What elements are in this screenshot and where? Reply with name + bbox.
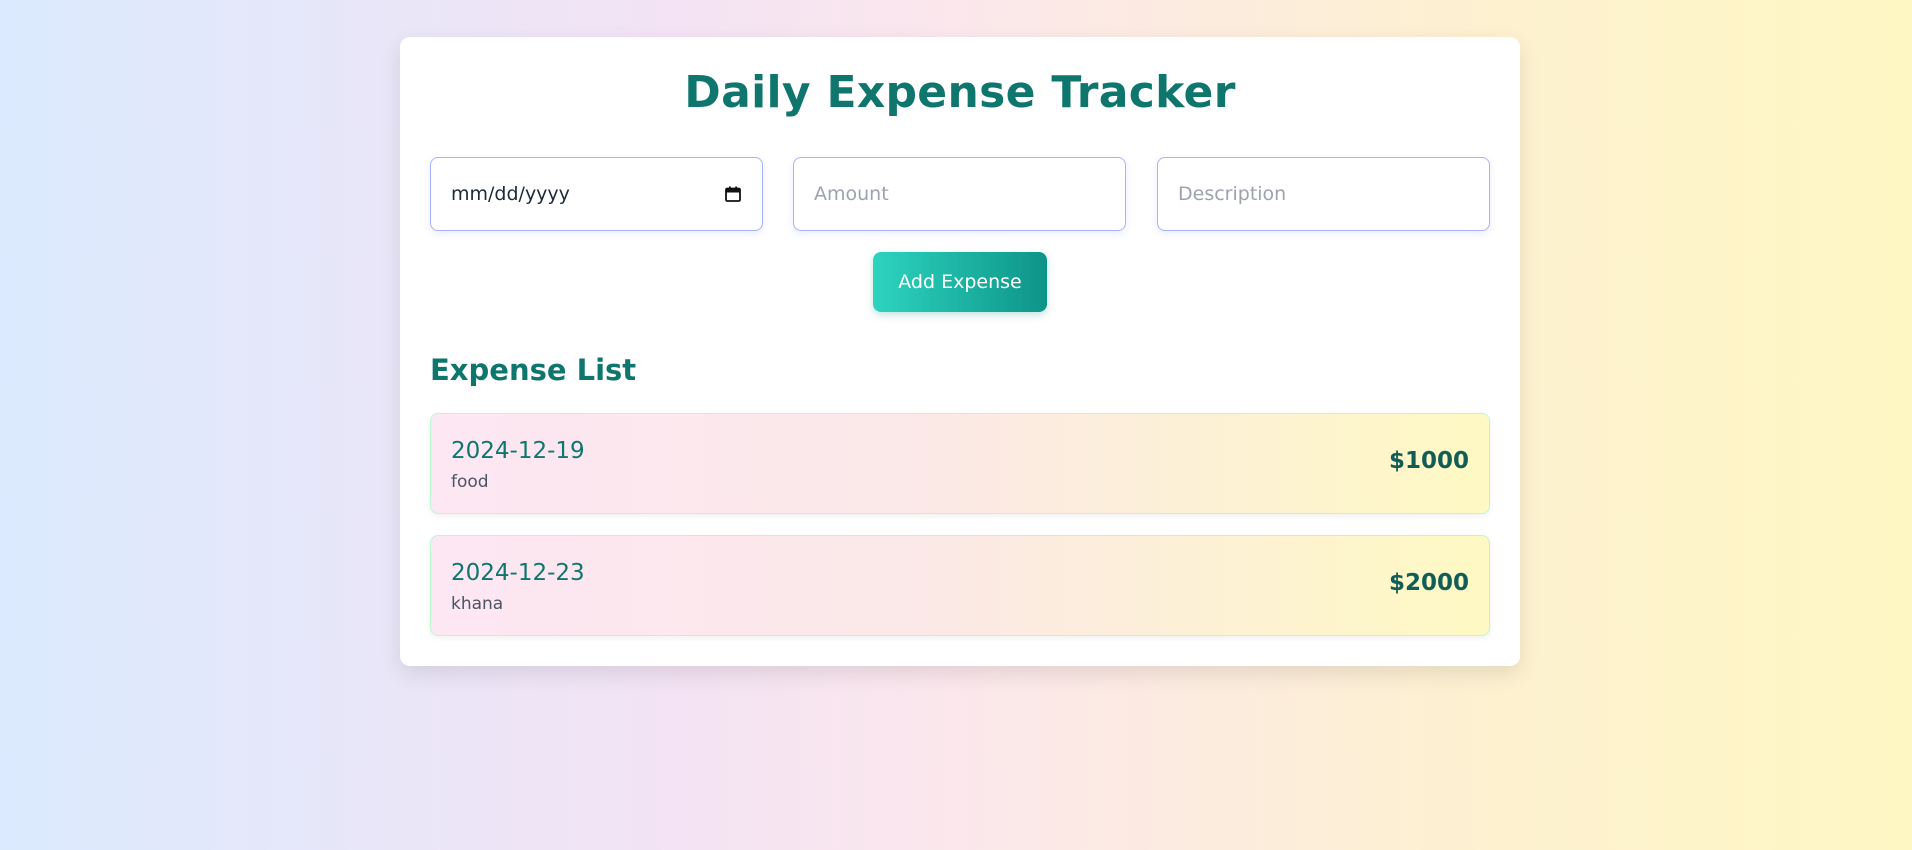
expense-item: 2024-12-23 khana $2000 bbox=[430, 535, 1490, 636]
expense-date: 2024-12-23 bbox=[451, 560, 585, 586]
add-expense-button[interactable]: Add Expense bbox=[873, 252, 1047, 312]
description-input[interactable]: Description bbox=[1157, 157, 1490, 231]
amount-placeholder: Amount bbox=[814, 183, 889, 205]
expense-tracker-card: Daily Expense Tracker mm/dd/yyyy Amount … bbox=[400, 37, 1520, 666]
page-title: Daily Expense Tracker bbox=[684, 67, 1236, 118]
expense-description: food bbox=[451, 472, 489, 492]
calendar-icon[interactable] bbox=[724, 185, 742, 203]
expense-amount: $2000 bbox=[1388, 570, 1469, 596]
expense-list-heading: Expense List bbox=[430, 353, 637, 387]
expense-description: khana bbox=[451, 594, 504, 614]
expense-date: 2024-12-19 bbox=[451, 438, 585, 464]
date-placeholder: mm/dd/yyyy bbox=[451, 183, 570, 205]
amount-input[interactable]: Amount bbox=[793, 157, 1126, 231]
expense-list: 2024-12-19 food $1000 2024-12-23 khana $… bbox=[430, 413, 1490, 657]
expense-amount: $1000 bbox=[1388, 448, 1469, 474]
date-input[interactable]: mm/dd/yyyy bbox=[430, 157, 763, 231]
description-placeholder: Description bbox=[1178, 183, 1287, 205]
expense-item: 2024-12-19 food $1000 bbox=[430, 413, 1490, 514]
